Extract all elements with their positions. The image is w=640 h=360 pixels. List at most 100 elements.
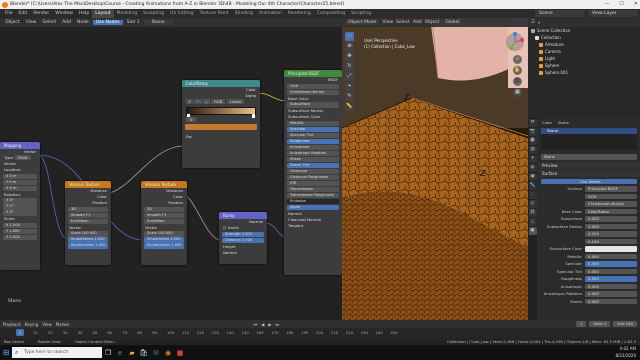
outliner-scene-collection[interactable]: Scene Collection xyxy=(528,27,640,34)
outliner-item-light[interactable]: Light xyxy=(528,55,640,62)
voronoi-texture-node-1[interactable]: Voronoi Texture Distance Color Position … xyxy=(65,181,111,265)
jump-end-icon[interactable]: ⏭ xyxy=(275,322,279,327)
bsdf-in-sheen[interactable]: Sheen xyxy=(287,156,339,162)
tab-shading[interactable]: Shading xyxy=(232,9,256,18)
output-tab-icon[interactable]: 🖶 xyxy=(528,137,537,145)
material-tab-icon[interactable]: ● xyxy=(528,227,537,235)
bsdf-in-clearcoat[interactable]: Clearcoat xyxy=(287,168,339,174)
measure-tool-icon[interactable]: 📏 xyxy=(345,102,354,111)
minimize-icon[interactable]: — xyxy=(604,0,609,9)
start-frame-field[interactable]: Start 1 xyxy=(589,321,611,327)
voronoi-1-scale[interactable]: Scale 100.000 xyxy=(68,231,108,237)
prop-anisotropic-rotation[interactable]: 0.000 xyxy=(585,291,637,297)
mapping-loc-z[interactable]: Z 0 m xyxy=(3,185,37,191)
constraints-tab-icon[interactable]: ⛓ xyxy=(528,209,537,217)
prop-subsurface-radius-z[interactable]: 0.100 xyxy=(585,238,637,244)
transform-tool-icon[interactable]: ⌖ xyxy=(345,82,354,91)
physics-tab-icon[interactable]: ◎ xyxy=(528,200,537,208)
voronoi-1-randomness[interactable]: Randomness 1.000 xyxy=(68,243,108,249)
bsdf-distribution[interactable]: GGX xyxy=(287,83,339,89)
close-icon[interactable]: ✕ xyxy=(634,0,638,9)
select-box-tool-icon[interactable]: ▭ xyxy=(345,32,354,41)
voronoi-texture-node-2[interactable]: Voronoi Texture Distance Color Position … xyxy=(141,181,187,265)
current-frame-field[interactable]: 1 xyxy=(576,321,587,327)
menu-window[interactable]: Window xyxy=(52,11,76,16)
prop-metallic[interactable]: 0.000 xyxy=(585,253,637,259)
material-slot-list[interactable]: Stone xyxy=(541,128,637,150)
voronoi-1-smoothness[interactable]: Smoothness 1.000 xyxy=(68,237,108,243)
bsdf-in-alpha[interactable]: Alpha xyxy=(287,204,339,210)
colorramp-stop-color-swatch[interactable] xyxy=(185,123,257,130)
menu-render[interactable]: Render xyxy=(30,11,52,16)
bsdf-in-clearcoat-roughness[interactable]: Clearcoat Roughness xyxy=(287,174,339,180)
edge-browser-icon[interactable]: e xyxy=(114,345,126,360)
particles-tab-icon[interactable]: ∴ xyxy=(528,191,537,199)
mapping-type-dropdown[interactable]: Point xyxy=(15,155,31,160)
tool-tab-icon[interactable]: ⚒ xyxy=(528,119,537,127)
bsdf-in-transmission-roughness[interactable]: Transmission Roughness xyxy=(287,192,339,198)
prop-base-color[interactable]: ColorRamp xyxy=(585,208,637,214)
mapping-loc-y[interactable]: Y 0 m xyxy=(3,179,37,185)
props-use-nodes-button[interactable]: Use Nodes xyxy=(541,178,637,184)
tab-modeling[interactable]: Modeling xyxy=(114,9,140,18)
viewport-menu-view[interactable]: View xyxy=(382,20,393,25)
menu-help[interactable]: Help xyxy=(76,11,92,16)
menu-file[interactable]: File xyxy=(2,11,16,16)
mapping-scale-y[interactable]: Y 1.000 xyxy=(3,228,37,234)
pan-hand-icon[interactable]: ✋ xyxy=(513,66,522,75)
colorramp-mode-dropdown[interactable]: RGB xyxy=(211,99,226,104)
bump-invert-checkbox[interactable]: ☐ Invert xyxy=(219,225,267,231)
bsdf-in-transmission[interactable]: Transmission xyxy=(287,186,339,192)
tab-animation[interactable]: Animation xyxy=(256,9,285,18)
outliner-item-collection[interactable]: Collection xyxy=(528,34,640,41)
mapping-rot-z[interactable]: Z 0° xyxy=(3,210,37,216)
render-tab-icon[interactable]: 📷 xyxy=(528,128,537,136)
perspective-toggle-icon[interactable]: ▦ xyxy=(513,88,522,97)
prop-subsurface-color-swatch[interactable] xyxy=(585,246,637,252)
mapping-scale-x[interactable]: X 1.000 xyxy=(3,222,37,228)
prop-distribution[interactable]: GGX xyxy=(585,193,637,199)
maximize-icon[interactable]: ☐ xyxy=(619,0,623,9)
bump-strength[interactable]: Strength 1.000 xyxy=(222,231,264,237)
voronoi-2-smoothness[interactable]: Smoothness 1.000 xyxy=(144,237,184,243)
prop-specular[interactable]: 0.500 xyxy=(585,261,637,267)
view-layer-selector[interactable]: View Layer xyxy=(588,10,638,17)
viewport-menu-add[interactable]: Add xyxy=(413,20,422,25)
scene-selector[interactable]: Scene xyxy=(535,10,585,17)
mode-selector[interactable]: Object Mode xyxy=(345,20,380,25)
bsdf-in-metallic[interactable]: Metallic xyxy=(287,120,339,126)
viewport-menu-object[interactable]: Object xyxy=(425,20,440,25)
bsdf-in-roughness[interactable]: Roughness xyxy=(287,138,339,144)
timeline-menu-keying[interactable]: Keying xyxy=(25,322,38,327)
mapping-scale-z[interactable]: Z 1.000 xyxy=(3,234,37,240)
zoom-icon[interactable]: ⌕ xyxy=(513,55,522,64)
outliner-item-sphere[interactable]: Sphere xyxy=(528,62,640,69)
prop-subsurface-radius-y[interactable]: 0.200 xyxy=(585,231,637,237)
prop-specular-tint[interactable]: 0.000 xyxy=(585,268,637,274)
outliner-item-sphere-001[interactable]: Sphere.001 xyxy=(528,69,640,76)
voronoi-2-metric[interactable]: Euclidean xyxy=(144,218,184,224)
voronoi-2-feature[interactable]: Smooth F1 xyxy=(144,212,184,218)
colorramp-remove-stop-icon[interactable]: − xyxy=(194,99,202,104)
voronoi-2-scale[interactable]: Scale 100.000 xyxy=(144,231,184,237)
bsdf-in-specular[interactable]: Specular xyxy=(287,126,339,132)
outliner-item-armature[interactable]: Armature xyxy=(528,41,640,48)
timeline-menu-playback[interactable]: Playback xyxy=(3,322,21,327)
bsdf-in-specular-tint[interactable]: Specular Tint xyxy=(287,132,339,138)
outliner-panel[interactable]: ☰ ⌕ Scene Collection Collection Armature… xyxy=(528,18,640,118)
camera-view-icon[interactable]: 🎥 xyxy=(513,77,522,86)
bsdf-in-anisotropic[interactable]: Anisotropic xyxy=(287,144,339,150)
voronoi-1-dimensions[interactable]: 3D xyxy=(68,206,108,212)
preview-section[interactable]: Preview xyxy=(538,161,640,169)
prop-roughness[interactable]: 0.500 xyxy=(585,276,637,282)
prop-surface-shader[interactable]: Principled BSDF xyxy=(585,186,637,192)
rotate-tool-icon[interactable]: ↻ xyxy=(345,62,354,71)
tab-texture-paint[interactable]: Texture Paint xyxy=(197,9,232,18)
tab-sculpting[interactable]: Sculpting xyxy=(140,9,167,18)
annotate-tool-icon[interactable]: ✎ xyxy=(345,92,354,101)
blender-taskbar-icon[interactable]: ◉ xyxy=(162,345,174,360)
mapping-node[interactable]: Mapping Vector Type: Point Vector Locati… xyxy=(0,142,40,270)
bump-distance[interactable]: Distance 1.000 xyxy=(222,237,264,243)
cursor-tool-icon[interactable]: ⊕ xyxy=(345,42,354,51)
prop-sheen[interactable]: 0.000 xyxy=(585,298,637,304)
